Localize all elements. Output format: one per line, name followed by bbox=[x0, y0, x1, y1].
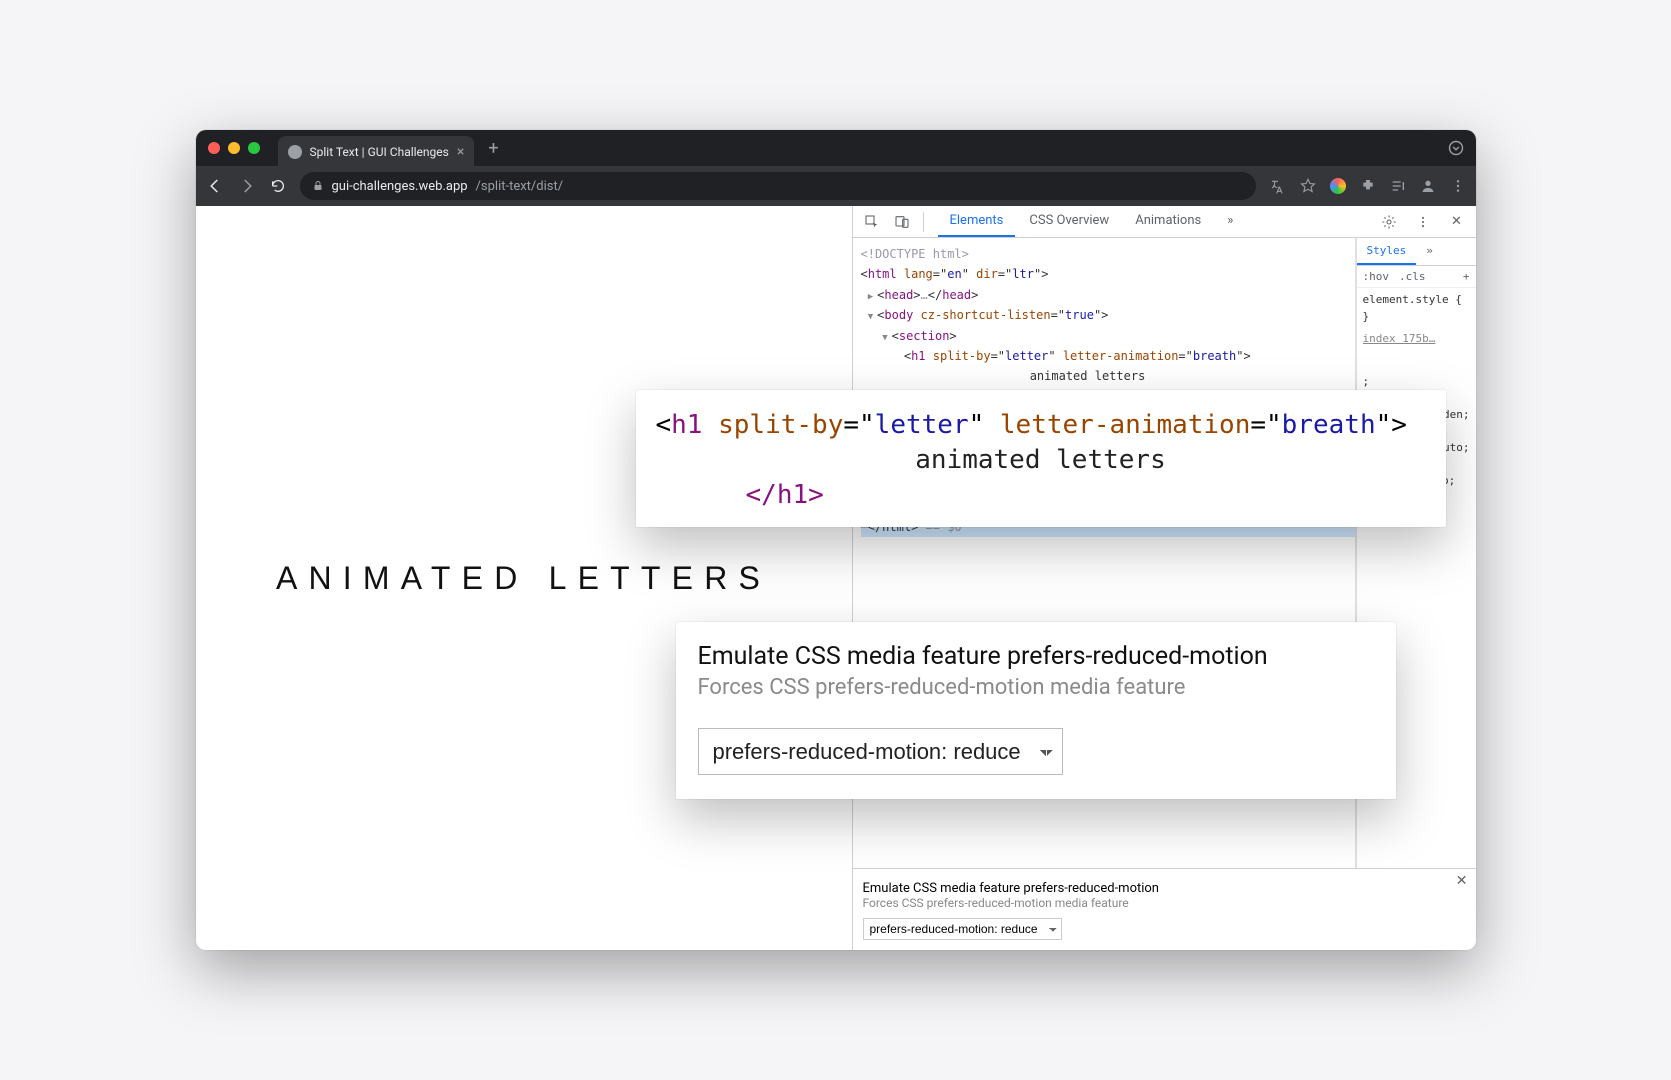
prefers-reduced-motion-select[interactable]: prefers-reduced-motion: reduce bbox=[698, 728, 1063, 775]
tab-overflow-icon[interactable] bbox=[1448, 140, 1464, 156]
url-path: /split-text/dist/ bbox=[476, 179, 564, 194]
content-area: ANIMATED LETTERS Elements CSS Overview A… bbox=[196, 206, 1476, 950]
browser-tab[interactable]: Split Text | GUI Challenges × bbox=[278, 136, 475, 168]
extension-icon-1[interactable] bbox=[1330, 178, 1346, 194]
settings-icon[interactable] bbox=[1376, 209, 1402, 235]
devtools-close-icon[interactable]: ✕ bbox=[1444, 209, 1470, 235]
caret-icon[interactable] bbox=[882, 329, 891, 343]
code-text: animated letters bbox=[656, 443, 1426, 478]
browser-window: Split Text | GUI Challenges × + gui-chal… bbox=[196, 130, 1476, 950]
dom-doctype: <!DOCTYPE html> bbox=[861, 244, 1355, 264]
maximize-window-button[interactable] bbox=[248, 142, 260, 154]
hov-toggle[interactable]: :hov bbox=[1363, 270, 1390, 283]
devtools-panel: Elements CSS Overview Animations » ✕ <!D… bbox=[852, 206, 1476, 950]
close-tab-icon[interactable]: × bbox=[457, 144, 464, 160]
caret-icon[interactable] bbox=[868, 288, 877, 302]
styles-tab[interactable]: Styles bbox=[1357, 238, 1417, 265]
styles-overflow-icon[interactable]: » bbox=[1416, 238, 1443, 265]
callout-subtitle: Forces CSS prefers-reduced-motion media … bbox=[698, 675, 1374, 700]
reading-list-icon[interactable] bbox=[1390, 178, 1406, 194]
prefers-reduced-motion-select-small[interactable]: prefers-reduced-motion: reduce bbox=[863, 918, 1062, 940]
forward-button[interactable] bbox=[238, 177, 256, 195]
extensions-icon[interactable] bbox=[1360, 178, 1376, 194]
tab-favicon bbox=[288, 145, 302, 159]
tab-title: Split Text | GUI Challenges bbox=[310, 145, 449, 159]
tab-elements[interactable]: Elements bbox=[938, 206, 1016, 237]
devtools-toolbar: Elements CSS Overview Animations » ✕ bbox=[853, 206, 1476, 238]
devtools-tabs: Elements CSS Overview Animations » bbox=[938, 206, 1246, 237]
toolbar-right bbox=[1270, 178, 1466, 194]
device-toolbar-icon[interactable] bbox=[889, 209, 915, 235]
callout-title: Emulate CSS media feature prefers-reduce… bbox=[698, 642, 1374, 671]
titlebar: Split Text | GUI Challenges × + bbox=[196, 130, 1476, 166]
rendering-drawer: ✕ Emulate CSS media feature prefers-redu… bbox=[853, 868, 1476, 950]
rendering-callout: Emulate CSS media feature prefers-reduce… bbox=[676, 622, 1396, 799]
tab-css-overview[interactable]: CSS Overview bbox=[1017, 206, 1121, 237]
profile-icon[interactable] bbox=[1420, 178, 1436, 194]
bookmark-icon[interactable] bbox=[1300, 178, 1316, 194]
cls-toggle[interactable]: .cls bbox=[1399, 270, 1426, 283]
drawer-title: Emulate CSS media feature prefers-reduce… bbox=[863, 881, 1466, 896]
drawer-close-icon[interactable]: ✕ bbox=[1456, 873, 1468, 889]
close-window-button[interactable] bbox=[208, 142, 220, 154]
new-rule-icon[interactable]: + bbox=[1463, 270, 1470, 283]
tab-animations[interactable]: Animations bbox=[1123, 206, 1213, 237]
back-button[interactable] bbox=[206, 177, 224, 195]
reload-button[interactable] bbox=[270, 178, 286, 194]
window-controls bbox=[208, 142, 260, 154]
rendered-page: ANIMATED LETTERS bbox=[196, 206, 852, 950]
inspect-element-icon[interactable] bbox=[859, 209, 885, 235]
lock-icon bbox=[312, 180, 324, 192]
translate-icon[interactable] bbox=[1270, 178, 1286, 194]
new-tab-button[interactable]: + bbox=[482, 138, 504, 159]
code-callout: <h1 split-by="letter" letter-animation="… bbox=[636, 390, 1446, 527]
stylesheet-source[interactable]: index 175b… bbox=[1363, 331, 1470, 348]
toolbar: gui-challenges.web.app/split-text/dist/ bbox=[196, 166, 1476, 206]
address-bar[interactable]: gui-challenges.web.app/split-text/dist/ bbox=[300, 172, 1256, 200]
page-heading: ANIMATED LETTERS bbox=[276, 560, 771, 597]
devtools-menu-icon[interactable] bbox=[1410, 209, 1436, 235]
url-host: gui-challenges.web.app bbox=[332, 179, 468, 194]
drawer-subtitle: Forces CSS prefers-reduced-motion media … bbox=[863, 896, 1466, 910]
tab-overflow-icon[interactable]: » bbox=[1215, 206, 1245, 237]
caret-icon[interactable] bbox=[868, 308, 877, 322]
chrome-menu-icon[interactable] bbox=[1450, 178, 1466, 194]
minimize-window-button[interactable] bbox=[228, 142, 240, 154]
